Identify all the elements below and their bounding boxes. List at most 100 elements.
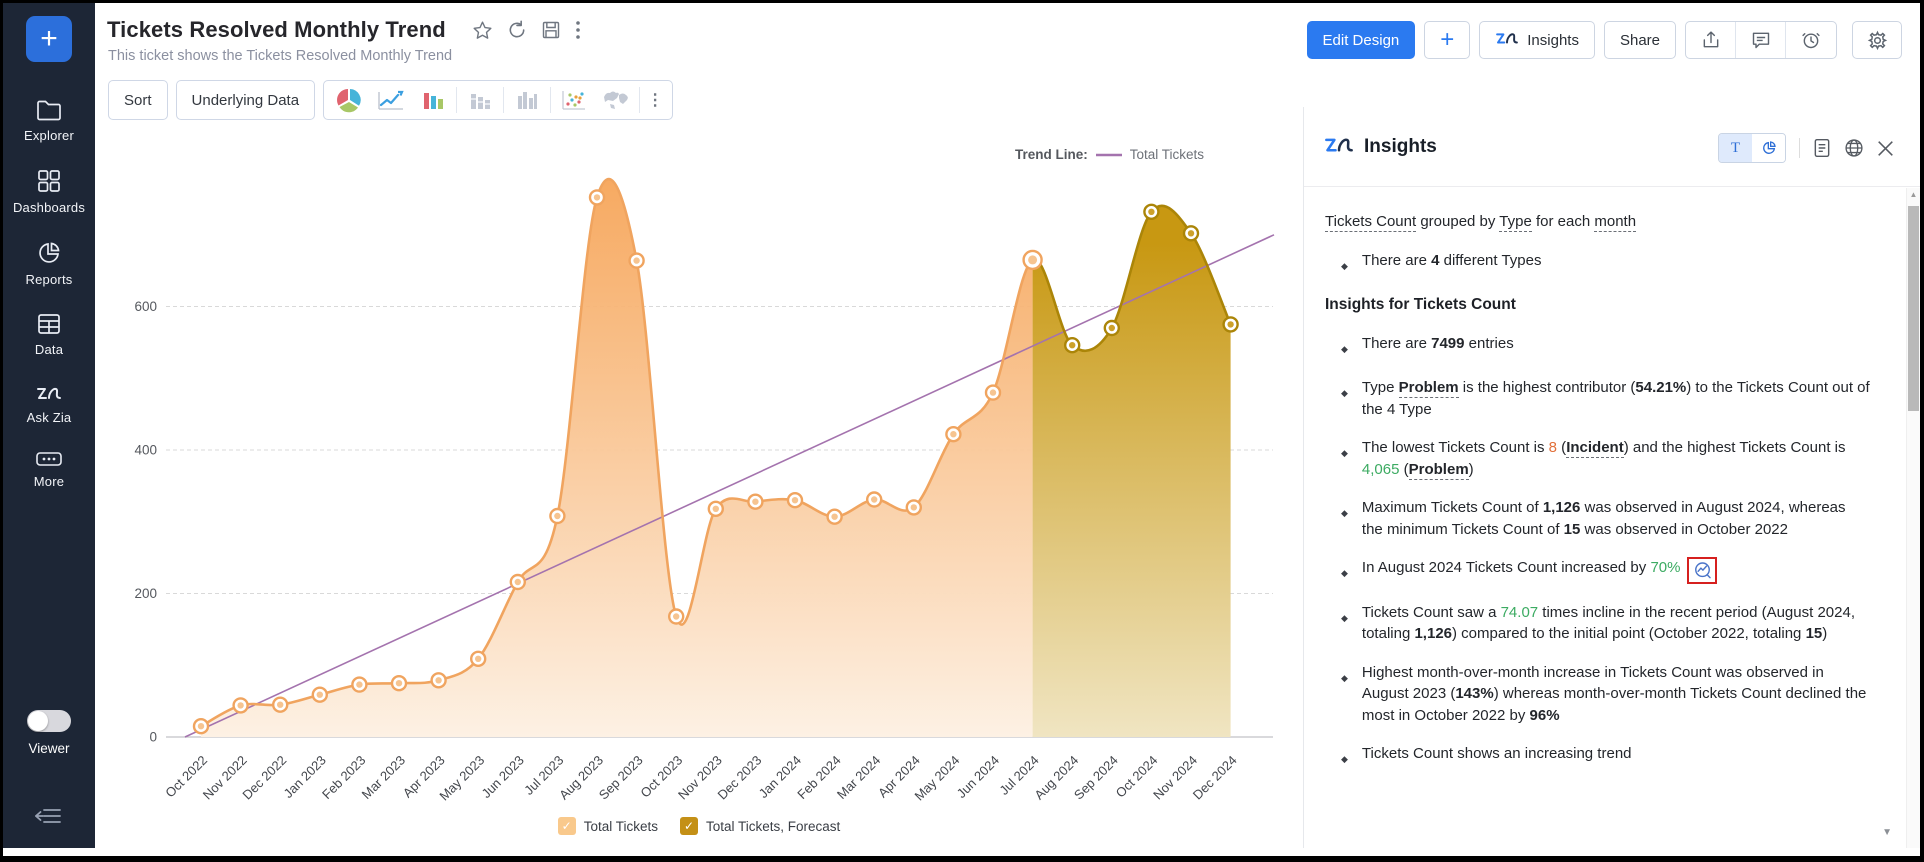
viewer-toggle[interactable] (27, 710, 71, 732)
viewer-label: Viewer (28, 741, 69, 756)
comments-icon[interactable] (1736, 22, 1786, 58)
create-new-button[interactable]: + (26, 16, 72, 62)
sidebar-item-dashboards[interactable]: Dashboards (3, 169, 95, 215)
app-window: + Explorer Dashboards Reports Data Ask Z… (3, 3, 1920, 848)
folder-icon (36, 99, 62, 121)
scatter-chart-type-icon[interactable] (553, 81, 595, 119)
settings-gear-icon[interactable] (1852, 21, 1902, 59)
grouped-bar-type-icon[interactable] (506, 81, 548, 119)
close-icon[interactable] (1877, 140, 1894, 157)
zia-icon (1495, 29, 1519, 51)
bullet-diamond-icon: ◆ (1341, 563, 1348, 585)
alarm-schedule-icon[interactable] (1786, 22, 1836, 58)
scroll-down-arrow-icon[interactable]: ▼ (1882, 827, 1892, 838)
text-view-label: T (1731, 140, 1740, 157)
sort-button[interactable]: Sort (108, 80, 168, 120)
insight-text: There are 4 different Types (1362, 250, 1870, 278)
collapse-sidebar-button[interactable] (3, 806, 95, 826)
insights-button-label: Insights (1527, 32, 1579, 49)
sidebar-item-reports[interactable]: Reports (3, 241, 95, 287)
svg-text:200: 200 (134, 586, 157, 601)
bullet-diamond-icon: ◆ (1341, 443, 1348, 480)
map-chart-type-icon[interactable] (595, 81, 637, 119)
window-frame: + Explorer Dashboards Reports Data Ask Z… (0, 0, 1924, 862)
insight-text: Highest month-over-month increase in Tic… (1362, 662, 1870, 727)
refresh-icon[interactable] (507, 20, 527, 40)
sidebar-item-label: Dashboards (13, 200, 85, 215)
svg-text:600: 600 (134, 299, 157, 314)
sidebar-item-label: More (34, 474, 64, 489)
underlying-data-button[interactable]: Underlying Data (176, 80, 316, 120)
data-table-icon (37, 313, 61, 335)
share-button[interactable]: Share (1604, 21, 1676, 59)
anomaly-trend-icon[interactable] (1687, 557, 1717, 584)
insights-list: Tickets Count grouped by Type for each m… (1325, 211, 1870, 771)
sidebar-item-more[interactable]: More (3, 451, 95, 489)
chart-area: Trend Line: Total Tickets 0200400600Oct … (95, 131, 1303, 848)
insights-panel-header: Insights T (1304, 107, 1920, 187)
legend-checkbox[interactable]: ✓ (558, 817, 576, 835)
insight-item-bullet: ◆There are 7499 entries (1325, 333, 1870, 361)
text-view-tab[interactable]: T (1719, 134, 1752, 162)
sidebar-nav: Explorer Dashboards Reports Data Ask Zia… (3, 99, 95, 489)
legend-checkbox[interactable]: ✓ (680, 817, 698, 835)
insight-text: There are 7499 entries (1362, 333, 1870, 361)
legend-label: Total Tickets (584, 819, 658, 834)
sidebar-item-label: Reports (26, 272, 73, 287)
main-area: Tickets Resolved Monthly Trend This tick… (95, 3, 1920, 848)
pie-chart-type-icon[interactable] (328, 81, 370, 119)
legend-label: Total Tickets, Forecast (706, 819, 840, 834)
bullet-diamond-icon: ◆ (1341, 503, 1348, 540)
insights-panel-title: Insights (1364, 136, 1437, 158)
svg-text:Sep 2024: Sep 2024 (1071, 753, 1121, 803)
svg-text:400: 400 (134, 443, 157, 458)
svg-text:Dec 2024: Dec 2024 (1190, 753, 1240, 803)
svg-text:Mar 2023: Mar 2023 (359, 753, 408, 802)
export-icon[interactable] (1686, 22, 1736, 58)
zia-icon (1324, 133, 1354, 161)
insight-item-bullet: ◆Type Problem is the highest contributor… (1325, 377, 1870, 420)
zia-icon (36, 383, 62, 403)
edit-design-button[interactable]: Edit Design (1307, 21, 1416, 59)
insight-text: In August 2024 Tickets Count increased b… (1362, 557, 1870, 585)
legend-item[interactable]: ✓ Total Tickets, Forecast (680, 817, 840, 835)
language-globe-icon[interactable] (1844, 138, 1864, 158)
scrollbar-thumb[interactable] (1908, 206, 1919, 411)
insight-item-bullet: ◆Highest month-over-month increase in Ti… (1325, 662, 1870, 727)
svg-text:Jun 2024: Jun 2024 (954, 753, 1002, 801)
bullet-diamond-icon: ◆ (1341, 668, 1348, 727)
more-chart-types-icon[interactable]: ⋮ (642, 94, 668, 107)
sidebar-item-ask-zia[interactable]: Ask Zia (3, 383, 95, 425)
toggle-knob (28, 711, 48, 731)
chart-type-switcher: ⋮ (323, 80, 673, 120)
insights-panel: Insights T Tickets Count grouped by Type… (1303, 107, 1920, 848)
trend-chart-svg[interactable]: 0200400600Oct 2022Nov 2022Dec 2022Jan 20… (111, 143, 1296, 833)
scroll-up-arrow-icon[interactable]: ▲ (1907, 190, 1920, 199)
insight-text: Tickets Count shows an increasing trend (1362, 743, 1870, 771)
sidebar-item-explorer[interactable]: Explorer (3, 99, 95, 143)
sidebar-item-label: Data (35, 342, 63, 357)
svg-text:Dec 2022: Dec 2022 (239, 753, 289, 803)
insight-item-bullet: ◆Tickets Count shows an increasing trend (1325, 743, 1870, 771)
sidebar-item-label: Ask Zia (27, 410, 72, 425)
line-chart-type-icon[interactable] (370, 81, 412, 119)
add-report-button[interactable]: + (1424, 21, 1470, 59)
divider (1799, 138, 1800, 158)
report-doc-icon[interactable] (1813, 138, 1831, 158)
insight-text: Maximum Tickets Count of 1,126 was obser… (1362, 497, 1870, 540)
stacked-bar-type-icon[interactable] (459, 81, 501, 119)
legend-item[interactable]: ✓ Total Tickets (558, 817, 658, 835)
sidebar-item-data[interactable]: Data (3, 313, 95, 357)
reports-pie-icon (37, 241, 61, 265)
insight-item-intro: Tickets Count grouped by Type for each m… (1325, 211, 1870, 233)
column-chart-type-icon[interactable] (412, 81, 454, 119)
chart-view-tab[interactable] (1752, 134, 1785, 162)
save-icon[interactable] (541, 20, 561, 40)
insights-button[interactable]: Insights (1479, 21, 1595, 59)
insights-view-toggle: T (1718, 133, 1786, 163)
insight-text: Insights for Tickets Count (1325, 294, 1870, 316)
panel-scrollbar[interactable]: ▲ (1906, 188, 1920, 848)
kebab-menu-icon[interactable] (575, 20, 581, 40)
sidebar-item-label: Explorer (24, 128, 74, 143)
favorite-star-icon[interactable] (472, 20, 493, 41)
